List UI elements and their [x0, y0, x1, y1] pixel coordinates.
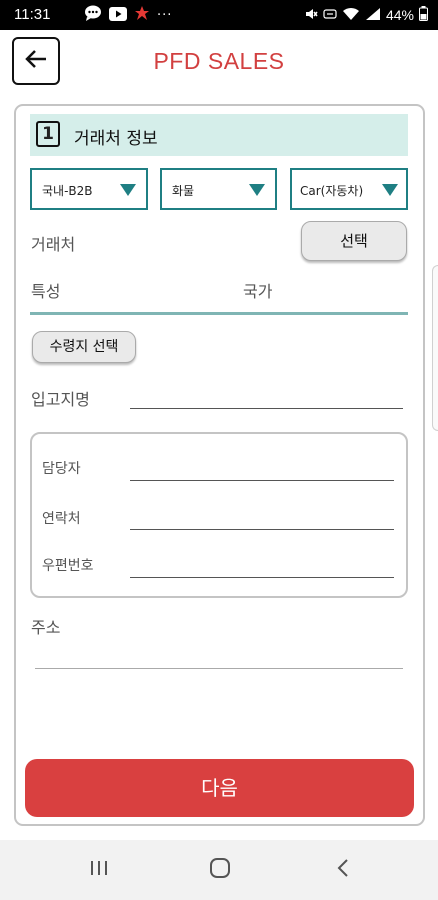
youtube-icon	[109, 6, 127, 25]
section-title: 거래처 정보	[74, 129, 158, 149]
section-header: 1 거래처 정보	[30, 114, 408, 156]
product-type-dropdown[interactable]: 화물	[160, 168, 277, 210]
recipient-select-button[interactable]: 수령지 선택	[32, 331, 136, 363]
home-button[interactable]	[195, 854, 245, 886]
status-time: 11:31	[14, 6, 51, 23]
phone-input[interactable]	[130, 529, 394, 530]
battery-level: 44%	[385, 7, 414, 23]
status-bar: 11:31 ··· 44%	[0, 0, 438, 30]
product-type-dropdown-value: 화물	[172, 184, 195, 198]
volte-icon	[323, 7, 337, 24]
more-notifications: ···	[157, 7, 173, 23]
notification-icons: ···	[84, 5, 173, 25]
edge-panel-handle[interactable]	[432, 265, 438, 431]
phone-label: 연락처	[42, 511, 81, 527]
client-select-button[interactable]: 선택	[301, 221, 407, 261]
warehouse-input[interactable]	[130, 408, 403, 409]
postal-input[interactable]	[130, 577, 394, 578]
contact-info-box: 담당자 연락처 우편번호	[30, 432, 408, 598]
signal-icon	[365, 7, 381, 24]
chevron-down-icon	[120, 184, 136, 196]
recent-apps-button[interactable]	[74, 854, 124, 886]
address-input[interactable]	[35, 668, 403, 669]
message-icon	[84, 5, 102, 25]
navigation-bar	[0, 840, 438, 900]
back-nav-button[interactable]	[318, 854, 368, 886]
postal-label: 우편번호	[42, 558, 94, 574]
market-dropdown-value: 국내-B2B	[42, 184, 93, 198]
system-icons: 44%	[304, 6, 428, 24]
warehouse-label: 입고지명	[31, 390, 90, 409]
manager-input[interactable]	[130, 480, 394, 481]
back-nav-icon	[336, 857, 350, 883]
market-dropdown[interactable]: 국내-B2B	[30, 168, 148, 210]
country-label: 국가	[243, 282, 273, 301]
chevron-down-icon	[249, 184, 265, 196]
vehicle-type-dropdown-value: Car(자동차)	[300, 184, 364, 198]
app-notification-icon	[134, 5, 150, 25]
vehicle-type-dropdown[interactable]: Car(자동차)	[290, 168, 408, 210]
divider	[30, 312, 408, 315]
recent-apps-icon	[88, 859, 110, 881]
manager-label: 담당자	[42, 461, 81, 477]
next-button[interactable]: 다음	[25, 759, 414, 817]
address-label: 주소	[31, 618, 61, 637]
chevron-down-icon	[382, 184, 398, 196]
trait-label: 특성	[31, 282, 61, 301]
mute-icon	[304, 7, 318, 24]
wifi-icon	[342, 7, 360, 24]
app-header: PFD SALES	[0, 30, 438, 98]
page-title: PFD SALES	[153, 48, 285, 74]
battery-icon	[419, 6, 428, 24]
home-icon	[209, 857, 231, 883]
client-label: 거래처	[31, 235, 76, 254]
section-number: 1	[36, 121, 60, 147]
